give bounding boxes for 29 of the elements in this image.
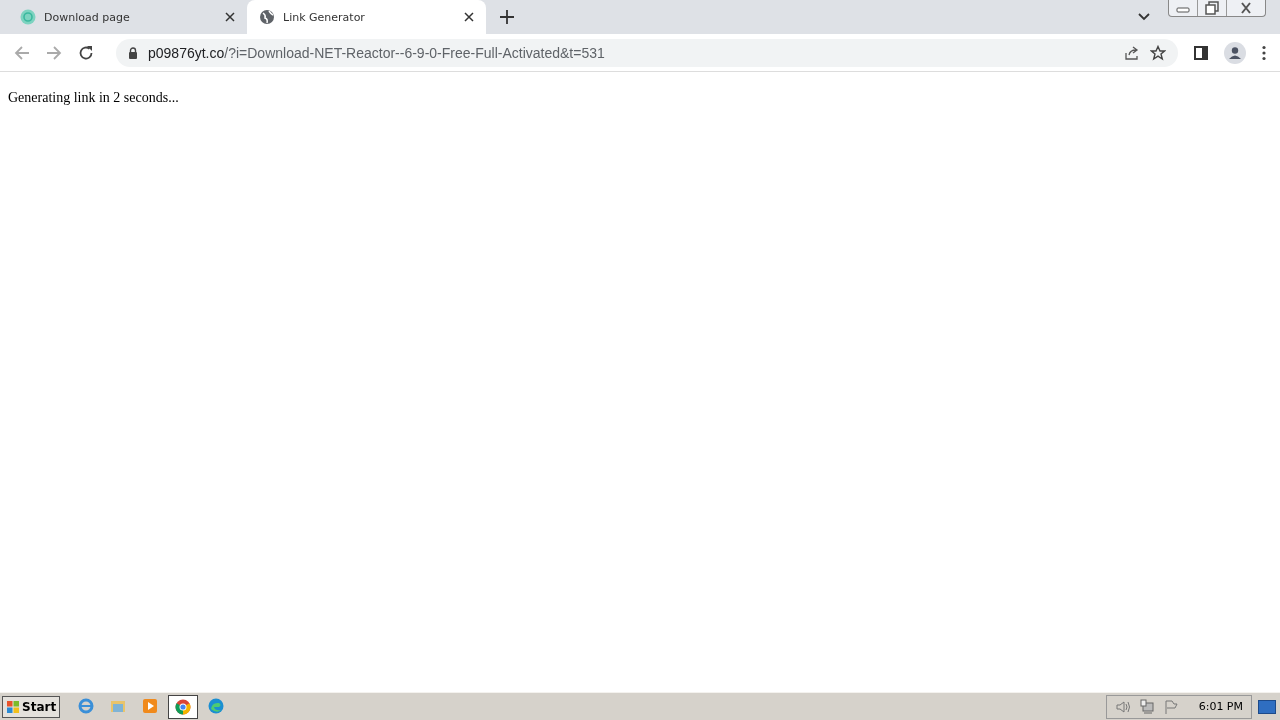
share-icon[interactable] [1124, 44, 1140, 61]
tab-title: Download page [44, 10, 131, 24]
favicon-icon [20, 9, 36, 25]
tab-title: Link Generator [283, 10, 366, 24]
browser-e-icon [78, 697, 95, 714]
menu-icon[interactable] [1262, 44, 1266, 61]
reload-icon[interactable] [78, 44, 94, 61]
network-icon[interactable] [1138, 698, 1155, 715]
profile-icon[interactable] [1224, 41, 1246, 64]
globe-icon [259, 9, 275, 25]
chevron-down-icon[interactable] [1138, 13, 1150, 21]
new-tab-icon[interactable] [500, 10, 514, 24]
close-icon[interactable] [464, 12, 474, 22]
close-icon[interactable] [225, 12, 235, 22]
show-desktop-icon[interactable] [1258, 699, 1276, 714]
play-icon [142, 697, 159, 714]
url-text: p09876yt.co/?i=Download-NET-Reactor--6-9-0-Free-Full-Activated&t=531 [148, 44, 605, 61]
start-button[interactable]: Start [2, 695, 61, 718]
side-panel-icon[interactable] [1194, 45, 1208, 60]
browser-tab[interactable]: Download page [8, 0, 247, 34]
lock-icon [128, 46, 138, 59]
browser-tab[interactable]: Link Generator [247, 0, 486, 34]
taskbar-app[interactable] [168, 694, 199, 719]
speaker-icon[interactable] [1114, 698, 1131, 715]
address-bar[interactable]: p09876yt.co/?i=Download-NET-Reactor--6-9-0-Free-Full-Activated&t=531 [116, 38, 1178, 67]
status-message: Generating link in 2 seconds... [8, 90, 180, 106]
clock: 6:01 PM [1198, 700, 1243, 713]
start-logo-icon [6, 699, 20, 714]
star-icon[interactable] [1150, 44, 1166, 61]
